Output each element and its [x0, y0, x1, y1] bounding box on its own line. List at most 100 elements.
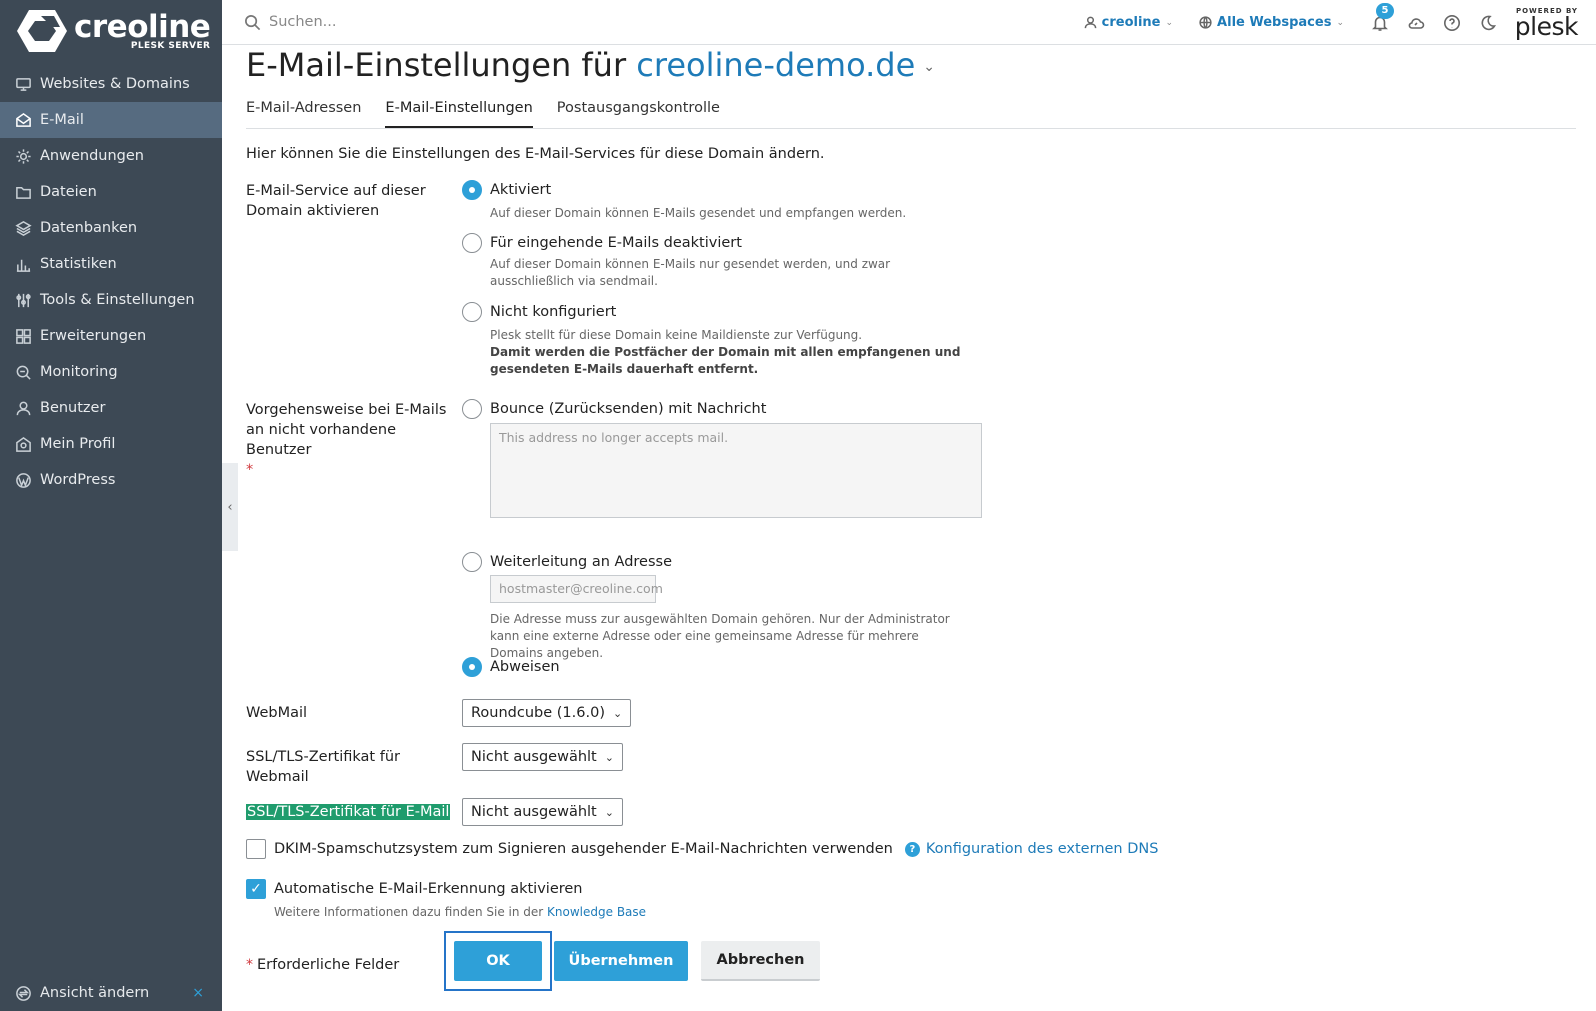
moon-icon	[1481, 15, 1496, 30]
profile-icon	[14, 435, 32, 453]
radio-hint: Plesk stellt für diese Domain keine Mail…	[490, 327, 970, 378]
bar-chart-icon	[14, 255, 32, 273]
sidebar-item-label: Anwendungen	[40, 148, 144, 164]
webmail-select[interactable]: Roundcube (1.6.0) ⌄	[462, 699, 632, 727]
external-dns-link-text[interactable]: Konfiguration des externen DNS	[926, 841, 1159, 857]
wordpress-icon	[14, 471, 32, 489]
radio-button[interactable]	[462, 552, 482, 572]
ssl-mail-select[interactable]: Nicht ausgewählt ⌄	[462, 798, 623, 826]
sidebar-item-label: Erweiterungen	[40, 328, 147, 344]
sidebar-item-erweiterungen[interactable]: Erweiterungen	[0, 318, 222, 354]
notifications-button[interactable]: 5	[1370, 2, 1394, 33]
sidebar-item-label: Mein Profil	[40, 436, 116, 452]
magnifier-icon	[14, 363, 32, 381]
sidebar-item-monitoring[interactable]: Monitoring	[0, 354, 222, 390]
autodiscover-option[interactable]: ✓ Automatische E-Mail-Erkennung aktivier…	[246, 879, 583, 899]
sidebar-item-label: Benutzer	[40, 400, 106, 416]
radio-label: Bounce (Zurücksenden) mit Nachricht	[490, 401, 767, 417]
cancel-button[interactable]: Abbrechen	[701, 941, 820, 981]
webspaces-menu[interactable]: Alle Webspaces ⌄	[1199, 15, 1344, 30]
radio-label: Aktiviert	[490, 182, 552, 198]
user-menu[interactable]: creoline ⌄	[1084, 15, 1173, 30]
sidebar-item-statistiken[interactable]: Statistiken	[0, 246, 222, 282]
ok-button[interactable]: OK	[454, 941, 542, 981]
sliders-icon	[14, 291, 32, 309]
globe-icon	[1199, 16, 1212, 29]
radio-label: Nicht konfiguriert	[490, 304, 617, 320]
select-value: Nicht ausgewählt	[471, 804, 597, 820]
dark-mode-toggle[interactable]	[1478, 13, 1498, 33]
knowledge-base-link[interactable]: Knowledge Base	[547, 905, 646, 919]
select-value: Roundcube (1.6.0)	[471, 705, 605, 721]
sidebar-collapse-handle[interactable]: ‹	[222, 463, 238, 551]
radio-button[interactable]	[462, 233, 482, 253]
search-input[interactable]: Suchen...	[269, 14, 337, 30]
view-switch[interactable]: Ansicht ändern ×	[0, 975, 222, 1011]
monitor-icon	[14, 75, 32, 93]
sidebar-item-wordpress[interactable]: WordPress	[0, 462, 222, 498]
sidebar-item-websites-domains[interactable]: Websites & Domains	[0, 66, 222, 102]
radio-button[interactable]	[462, 180, 482, 200]
external-dns-link[interactable]: ? Konfiguration des externen DNS	[904, 841, 1159, 857]
radio-forward[interactable]: Weiterleitung an Adresse	[462, 552, 672, 572]
sidebar-item-datenbanken[interactable]: Datenbanken	[0, 210, 222, 246]
forward-hint: Die Adresse muss zur ausgewählten Domain…	[490, 612, 950, 660]
sidebar-item-email[interactable]: E-Mail	[0, 102, 222, 138]
radio-reject[interactable]: Abweisen	[462, 657, 560, 677]
nonexistent-users-label: Vorgehensweise bei E-Mails an nicht vorh…	[246, 400, 462, 480]
user-name: creoline	[1101, 15, 1161, 30]
help-icon	[1444, 14, 1460, 31]
chevron-down-icon: ⌄	[1165, 17, 1174, 28]
bounce-message-textarea[interactable]: This address no longer accepts mail.	[490, 423, 982, 518]
mail-icon	[14, 111, 32, 129]
help-button[interactable]	[1442, 13, 1462, 33]
radio-button[interactable]	[462, 302, 482, 322]
sidebar-item-dateien[interactable]: Dateien	[0, 174, 222, 210]
sidebar-item-label: Websites & Domains	[40, 76, 190, 92]
radio-label: Für eingehende E-Mails deaktiviert	[490, 235, 742, 251]
brand-logo[interactable]: creoline PLESK SERVER	[0, 0, 222, 62]
chevron-down-icon: ⌄	[604, 750, 614, 764]
sidebar-item-label: Dateien	[40, 184, 97, 200]
radio-hint: Auf dieser Domain können E-Mails nur ges…	[490, 257, 891, 288]
nonexistent-users-text: Vorgehensweise bei E-Mails an nicht vorh…	[246, 402, 447, 458]
autodiscover-checkbox[interactable]: ✓	[246, 879, 266, 899]
apply-button[interactable]: Übernehmen	[554, 941, 688, 981]
required-marker: *	[246, 957, 253, 973]
dkim-option[interactable]: DKIM-Spamschutzsystem zum Signieren ausg…	[246, 839, 1158, 859]
sidebar-item-label: WordPress	[40, 472, 116, 488]
checkmark-icon: ✓	[250, 881, 262, 897]
radio-service-enabled[interactable]: Aktiviert	[462, 180, 551, 200]
radio-service-not-configured[interactable]: Nicht konfiguriert	[462, 302, 616, 322]
sidebar-item-label: Statistiken	[40, 256, 117, 272]
sidebar-item-label: Monitoring	[40, 364, 118, 380]
search-box[interactable]: Suchen...	[244, 14, 337, 31]
close-icon[interactable]: ×	[192, 985, 204, 1001]
ssl-webmail-label: SSL/TLS-Zertifikat für Webmail	[246, 749, 400, 785]
sidebar-item-mein-profil[interactable]: Mein Profil	[0, 426, 222, 462]
cloud-button[interactable]	[1406, 13, 1426, 33]
radio-bounce[interactable]: Bounce (Zurücksenden) mit Nachricht	[462, 399, 766, 419]
creoline-logo-icon	[16, 8, 68, 54]
webspaces-label: Alle Webspaces	[1217, 15, 1332, 30]
chevron-down-icon: ⌄	[604, 805, 614, 819]
main-content: E-Mail-Einstellungen für creoline-demo.d…	[246, 45, 1576, 991]
topbar: Suchen... creoline ⌄ Alle Webspaces ⌄ 5 …	[222, 0, 1596, 45]
radio-button[interactable]	[462, 399, 482, 419]
form-footer: * Erforderliche Felder	[246, 945, 399, 985]
radio-hint: Auf dieser Domain können E-Mails gesende…	[490, 206, 907, 220]
ssl-webmail-select[interactable]: Nicht ausgewählt ⌄	[462, 743, 623, 771]
dkim-checkbox[interactable]	[246, 839, 266, 859]
service-label: E-Mail-Service auf dieser Domain aktivie…	[246, 183, 426, 219]
sidebar: creoline PLESK SERVER Websites & Domains…	[0, 0, 222, 1011]
radio-service-incoming-disabled[interactable]: Für eingehende E-Mails deaktiviert	[462, 233, 742, 253]
sidebar-item-label: Datenbanken	[40, 220, 138, 236]
forward-address-input[interactable]: hostmaster@creoline.com	[490, 575, 663, 603]
sidebar-item-benutzer[interactable]: Benutzer	[0, 390, 222, 426]
brand-name: creoline	[74, 9, 211, 45]
sidebar-item-anwendungen[interactable]: Anwendungen	[0, 138, 222, 174]
sidebar-item-tools-einstellungen[interactable]: Tools & Einstellungen	[0, 282, 222, 318]
radio-button[interactable]	[462, 657, 482, 677]
ssl-mail-label-highlighted: SSL/TLS-Zertifikat für E-Mail	[246, 804, 451, 820]
select-value: Nicht ausgewählt	[471, 749, 597, 765]
